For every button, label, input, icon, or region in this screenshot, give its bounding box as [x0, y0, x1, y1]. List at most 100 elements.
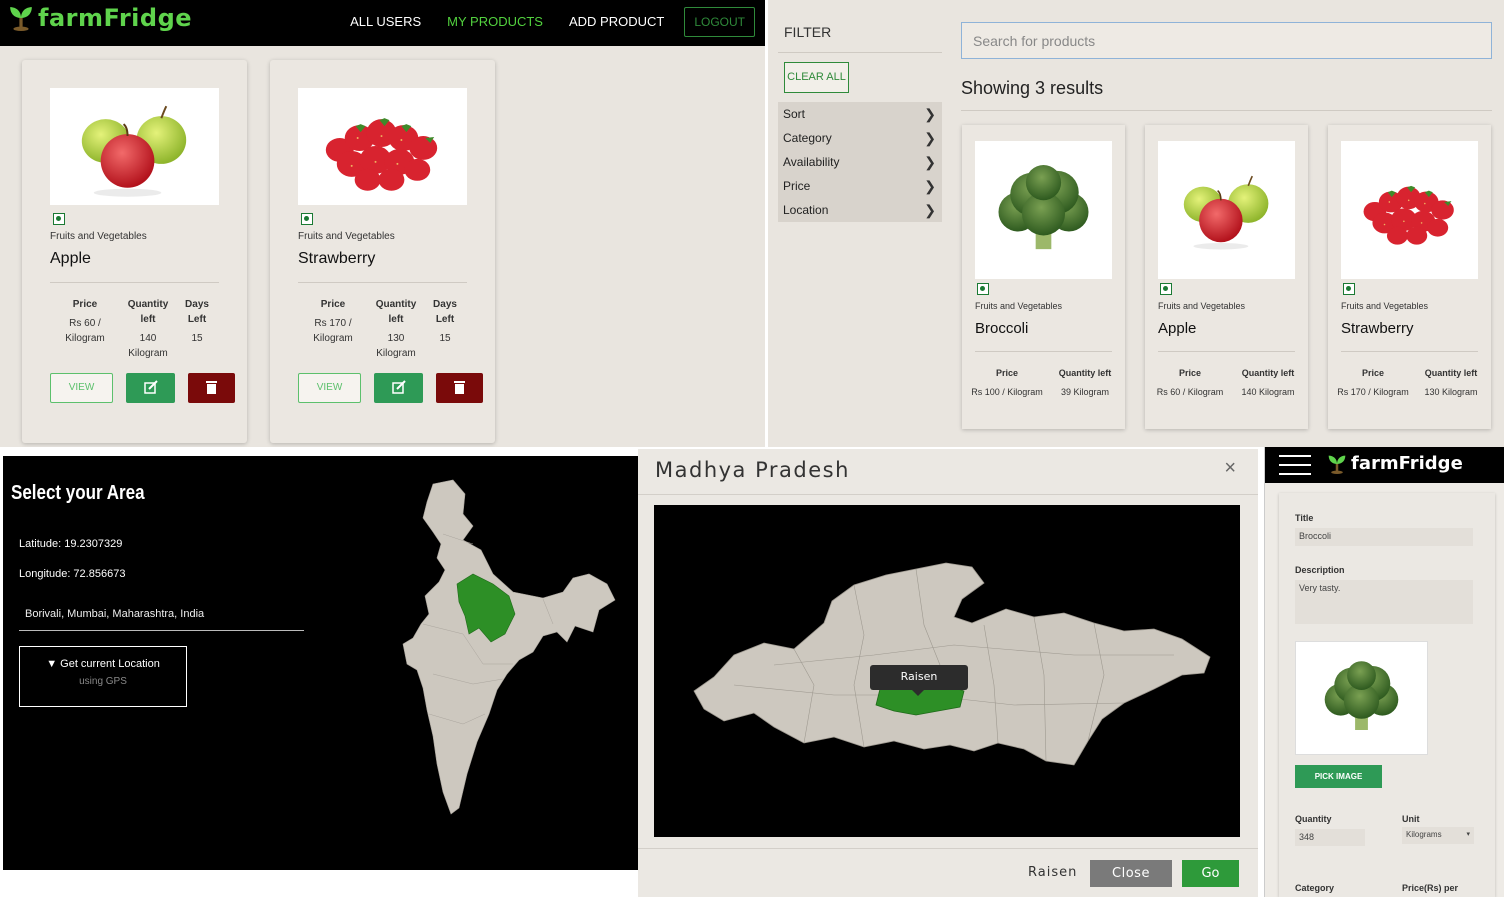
quantity-header: Quantity left	[1058, 368, 1112, 378]
sprout-icon	[1327, 454, 1347, 474]
price-label: Price(Rs) per	[1402, 883, 1459, 893]
quantity-header: Quantity left	[375, 299, 417, 325]
result-card[interactable]: Fruits and Vegetables Broccoli Price Qua…	[962, 125, 1125, 429]
filter-location[interactable]: Location ❯	[778, 198, 942, 222]
gps-location-button[interactable]: ▼ Get current Location using GPS	[19, 646, 187, 707]
go-button[interactable]: Go	[1182, 860, 1239, 887]
product-name: Apple	[1158, 320, 1197, 337]
close-icon[interactable]: ×	[1224, 457, 1236, 480]
quantity-header: Quantity left	[1424, 368, 1478, 378]
days-header: Days Left	[433, 299, 457, 325]
clear-all-button[interactable]: CLEAR ALL	[784, 62, 849, 93]
madhya-pradesh-outline[interactable]	[693, 562, 1211, 766]
product-category: Fruits and Vegetables	[1158, 301, 1246, 311]
gps-button-sublabel: using GPS	[79, 676, 127, 687]
brand-logo[interactable]: farmFridge	[8, 4, 192, 32]
delete-button[interactable]	[436, 373, 483, 403]
close-button[interactable]: Close	[1090, 860, 1172, 887]
filter-label: Price	[783, 179, 811, 193]
days-value: 15	[191, 333, 203, 344]
longitude-text: Longitude: 72.856673	[19, 568, 126, 580]
quantity-header: Quantity left	[127, 299, 169, 325]
unit-label: Unit	[1402, 814, 1420, 824]
dropdown-arrow-icon: ▾	[1466, 831, 1470, 838]
brand-logo[interactable]: farmFridge	[1327, 453, 1463, 474]
chevron-right-icon: ❯	[924, 178, 936, 194]
search-input[interactable]: Search for products	[961, 22, 1492, 59]
quantity-value: 140 Kilogram	[1241, 387, 1295, 397]
brand-name: farmFridge	[1351, 453, 1463, 474]
veg-mark-icon	[977, 283, 989, 295]
unit-select[interactable]: Kilograms ▾	[1402, 827, 1474, 844]
logout-button[interactable]: LOGOUT	[684, 7, 755, 37]
tooltip-label: Raisen	[900, 670, 938, 683]
price-value: Rs 170 / Kilogram	[313, 318, 353, 344]
filter-category[interactable]: Category ❯	[778, 126, 942, 150]
india-map[interactable]	[393, 474, 623, 824]
nav-my-products[interactable]: MY PRODUCTS	[447, 8, 543, 36]
product-category: Fruits and Vegetables	[50, 231, 147, 242]
divider	[975, 351, 1112, 352]
quantity-value: 140 Kilogram	[128, 333, 168, 359]
brand-name: farmFridge	[38, 4, 193, 32]
price-value: Rs 60 / Kilogram	[1156, 387, 1224, 397]
result-card[interactable]: Fruits and Vegetables Apple Price Quanti…	[1145, 125, 1308, 429]
nav-add-product[interactable]: ADD PRODUCT	[569, 8, 664, 36]
edit-icon	[392, 380, 406, 394]
view-button[interactable]: VIEW	[298, 373, 361, 403]
select-area-panel: Select your Area Latitude: 19.2307329 Lo…	[3, 456, 638, 870]
quantity-value: 130 Kilogram	[376, 333, 416, 359]
divider	[778, 52, 942, 53]
result-card[interactable]: Fruits and Vegetables Strawberry Price Q…	[1328, 125, 1491, 429]
pick-image-button[interactable]: PICK IMAGE	[1295, 765, 1382, 788]
filter-availability[interactable]: Availability ❯	[778, 150, 942, 174]
delete-button[interactable]	[188, 373, 235, 403]
product-name: Broccoli	[975, 320, 1029, 337]
product-form: Title Broccoli Description Very tasty. P…	[1279, 493, 1495, 897]
add-product-panel: farmFridge Title Broccoli Description Ve…	[1264, 447, 1504, 897]
view-button[interactable]: VIEW	[50, 373, 113, 403]
divider	[1341, 351, 1478, 352]
address-input[interactable]: Borivali, Mumbai, Maharashtra, India	[19, 598, 304, 631]
hamburger-menu-icon[interactable]	[1279, 455, 1311, 482]
veg-mark-icon	[1160, 283, 1172, 295]
selected-district: Raisen	[1028, 865, 1078, 880]
price-value: Rs 170 / Kilogram	[1337, 387, 1409, 397]
edit-button[interactable]	[126, 373, 175, 403]
chevron-right-icon: ❯	[924, 130, 936, 146]
divider	[1158, 351, 1295, 352]
price-header: Price	[320, 299, 346, 310]
filter-sort[interactable]: Sort ❯	[778, 102, 942, 126]
filter-label: Location	[783, 203, 829, 217]
description-field[interactable]: Very tasty.	[1295, 580, 1473, 624]
price-header: Price	[1361, 368, 1385, 378]
nav-all-users[interactable]: ALL USERS	[350, 8, 421, 36]
price-header: Price	[995, 368, 1019, 378]
price-value: Rs 60 / Kilogram	[65, 318, 105, 344]
area-title: Select your Area	[11, 482, 145, 504]
quantity-field[interactable]: 348	[1295, 829, 1365, 846]
description-label: Description	[1295, 565, 1345, 575]
edit-button[interactable]	[374, 373, 423, 403]
days-header: Days Left	[185, 299, 209, 325]
product-name: Apple	[50, 250, 91, 267]
category-label: Category	[1295, 883, 1335, 893]
product-image	[298, 88, 467, 205]
product-image	[1341, 141, 1478, 279]
quantity-value: 130 Kilogram	[1424, 387, 1478, 397]
divider	[638, 848, 1258, 849]
days-value: 15	[439, 333, 451, 344]
product-category: Fruits and Vegetables	[975, 301, 1063, 311]
filter-price[interactable]: Price ❯	[778, 174, 942, 198]
title-field[interactable]: Broccoli	[1295, 528, 1473, 546]
product-image	[975, 141, 1112, 279]
quantity-label: Quantity	[1295, 814, 1332, 824]
sprout-icon	[8, 5, 34, 31]
product-card: Fruits and Vegetables Apple Price Quanti…	[22, 60, 247, 443]
filter-heading: FILTER	[784, 24, 832, 40]
state-map[interactable]: Raisen	[654, 505, 1240, 837]
title-label: Title	[1295, 513, 1314, 523]
india-outline[interactable]	[402, 479, 616, 815]
price-header: Price	[72, 299, 98, 310]
veg-mark-icon	[301, 213, 313, 225]
